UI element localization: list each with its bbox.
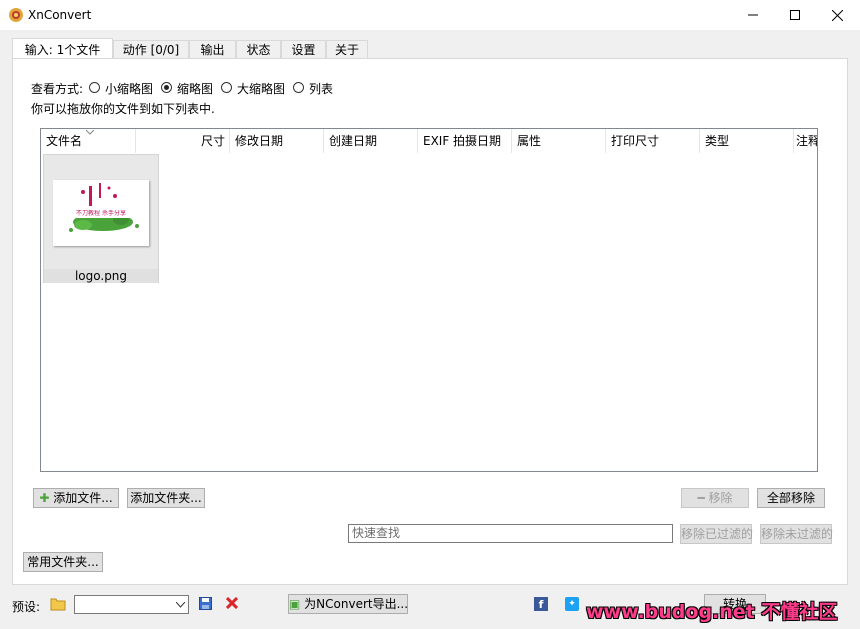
tab-settings[interactable]: 设置 bbox=[281, 40, 326, 58]
export-nconvert-button[interactable]: ▣ 为NConvert导出... bbox=[288, 594, 408, 614]
add-file-button[interactable]: ✚ 添加文件... bbox=[33, 488, 119, 508]
preset-select[interactable] bbox=[74, 595, 189, 614]
column-print-size[interactable]: 打印尺寸 bbox=[606, 129, 700, 153]
delete-preset-icon[interactable] bbox=[226, 597, 238, 609]
column-comment[interactable]: 注释 bbox=[794, 129, 817, 153]
maximize-icon bbox=[790, 10, 800, 20]
minimize-icon bbox=[748, 14, 758, 16]
remove-filtered-button[interactable]: 移除已过滤的 bbox=[680, 524, 753, 544]
add-file-label: 添加文件... bbox=[53, 491, 113, 505]
export-label: 为NConvert导出... bbox=[304, 597, 409, 611]
option-small-thumbs[interactable]: 小缩略图 bbox=[105, 80, 153, 97]
radio-thumbs[interactable] bbox=[161, 82, 172, 93]
column-exif-date[interactable]: EXIF 拍摄日期 bbox=[418, 129, 512, 153]
minimize-button[interactable] bbox=[730, 0, 776, 30]
remove-unfiltered-button[interactable]: 移除未过滤的 bbox=[760, 524, 833, 544]
save-preset-icon[interactable] bbox=[199, 597, 212, 610]
sort-indicator-icon bbox=[86, 130, 94, 135]
file-thumbnail-item[interactable]: 不刀教程 杀手分享 logo.png bbox=[43, 154, 159, 283]
preset-label: 预设: bbox=[12, 600, 41, 614]
folder-icon[interactable] bbox=[50, 597, 66, 611]
quick-search-input[interactable]: 快速查找 bbox=[348, 524, 673, 543]
twitter-icon[interactable]: ✦ bbox=[565, 597, 579, 611]
column-size[interactable]: 尺寸 bbox=[136, 129, 230, 153]
tab-actions[interactable]: 动作 [0/0] bbox=[113, 40, 189, 58]
thumbnail-filename: logo.png bbox=[44, 269, 158, 283]
radio-list[interactable] bbox=[293, 82, 304, 93]
remove-label: 移除 bbox=[708, 491, 733, 505]
file-list[interactable]: 文件名 尺寸 修改日期 创建日期 EXIF 拍摄日期 属性 打印尺寸 类型 注释… bbox=[40, 128, 818, 472]
common-folders-button[interactable]: 常用文件夹... bbox=[23, 552, 103, 572]
column-attributes[interactable]: 属性 bbox=[512, 129, 606, 153]
maximize-button[interactable] bbox=[772, 0, 818, 30]
add-folder-button[interactable]: 添加文件夹... bbox=[127, 488, 205, 508]
option-thumbs[interactable]: 缩略图 bbox=[177, 80, 213, 97]
close-icon bbox=[831, 9, 843, 21]
tab-status[interactable]: 状态 bbox=[236, 40, 281, 58]
remove-all-button[interactable]: 全部移除 bbox=[757, 488, 825, 508]
remove-button[interactable]: ━ 移除 bbox=[681, 488, 749, 508]
view-mode-label: 查看方式: bbox=[31, 82, 84, 96]
column-type[interactable]: 类型 bbox=[700, 129, 794, 153]
option-list[interactable]: 列表 bbox=[309, 80, 333, 97]
plus-icon: ✚ bbox=[39, 491, 50, 505]
tab-input[interactable]: 输入: 1个文件 bbox=[12, 38, 113, 58]
tab-output[interactable]: 输出 bbox=[189, 40, 236, 58]
xnconvert-app-icon bbox=[9, 8, 23, 22]
watermark-text: www.budog.net 不懂社区 bbox=[586, 601, 838, 623]
chevron-down-icon bbox=[176, 602, 185, 608]
export-icon: ▣ bbox=[289, 597, 301, 611]
column-modified[interactable]: 修改日期 bbox=[230, 129, 324, 153]
radio-large-thumbs[interactable] bbox=[221, 82, 232, 93]
facebook-icon[interactable]: f bbox=[534, 597, 548, 611]
title-bar: XnConvert bbox=[0, 0, 860, 30]
logo-caption: 不刀教程 杀手分享 bbox=[76, 210, 126, 217]
minus-icon: ━ bbox=[697, 491, 705, 505]
close-button[interactable] bbox=[814, 0, 860, 30]
drop-hint: 你可以拖放你的文件到如下列表中. bbox=[31, 102, 215, 116]
window-title: XnConvert bbox=[28, 8, 92, 22]
column-created[interactable]: 创建日期 bbox=[324, 129, 418, 153]
thumbnail-image: 不刀教程 杀手分享 bbox=[53, 180, 149, 246]
option-large-thumbs[interactable]: 大缩略图 bbox=[237, 80, 285, 97]
radio-small-thumbs[interactable] bbox=[89, 82, 100, 93]
tab-about[interactable]: 关于 bbox=[326, 40, 368, 58]
